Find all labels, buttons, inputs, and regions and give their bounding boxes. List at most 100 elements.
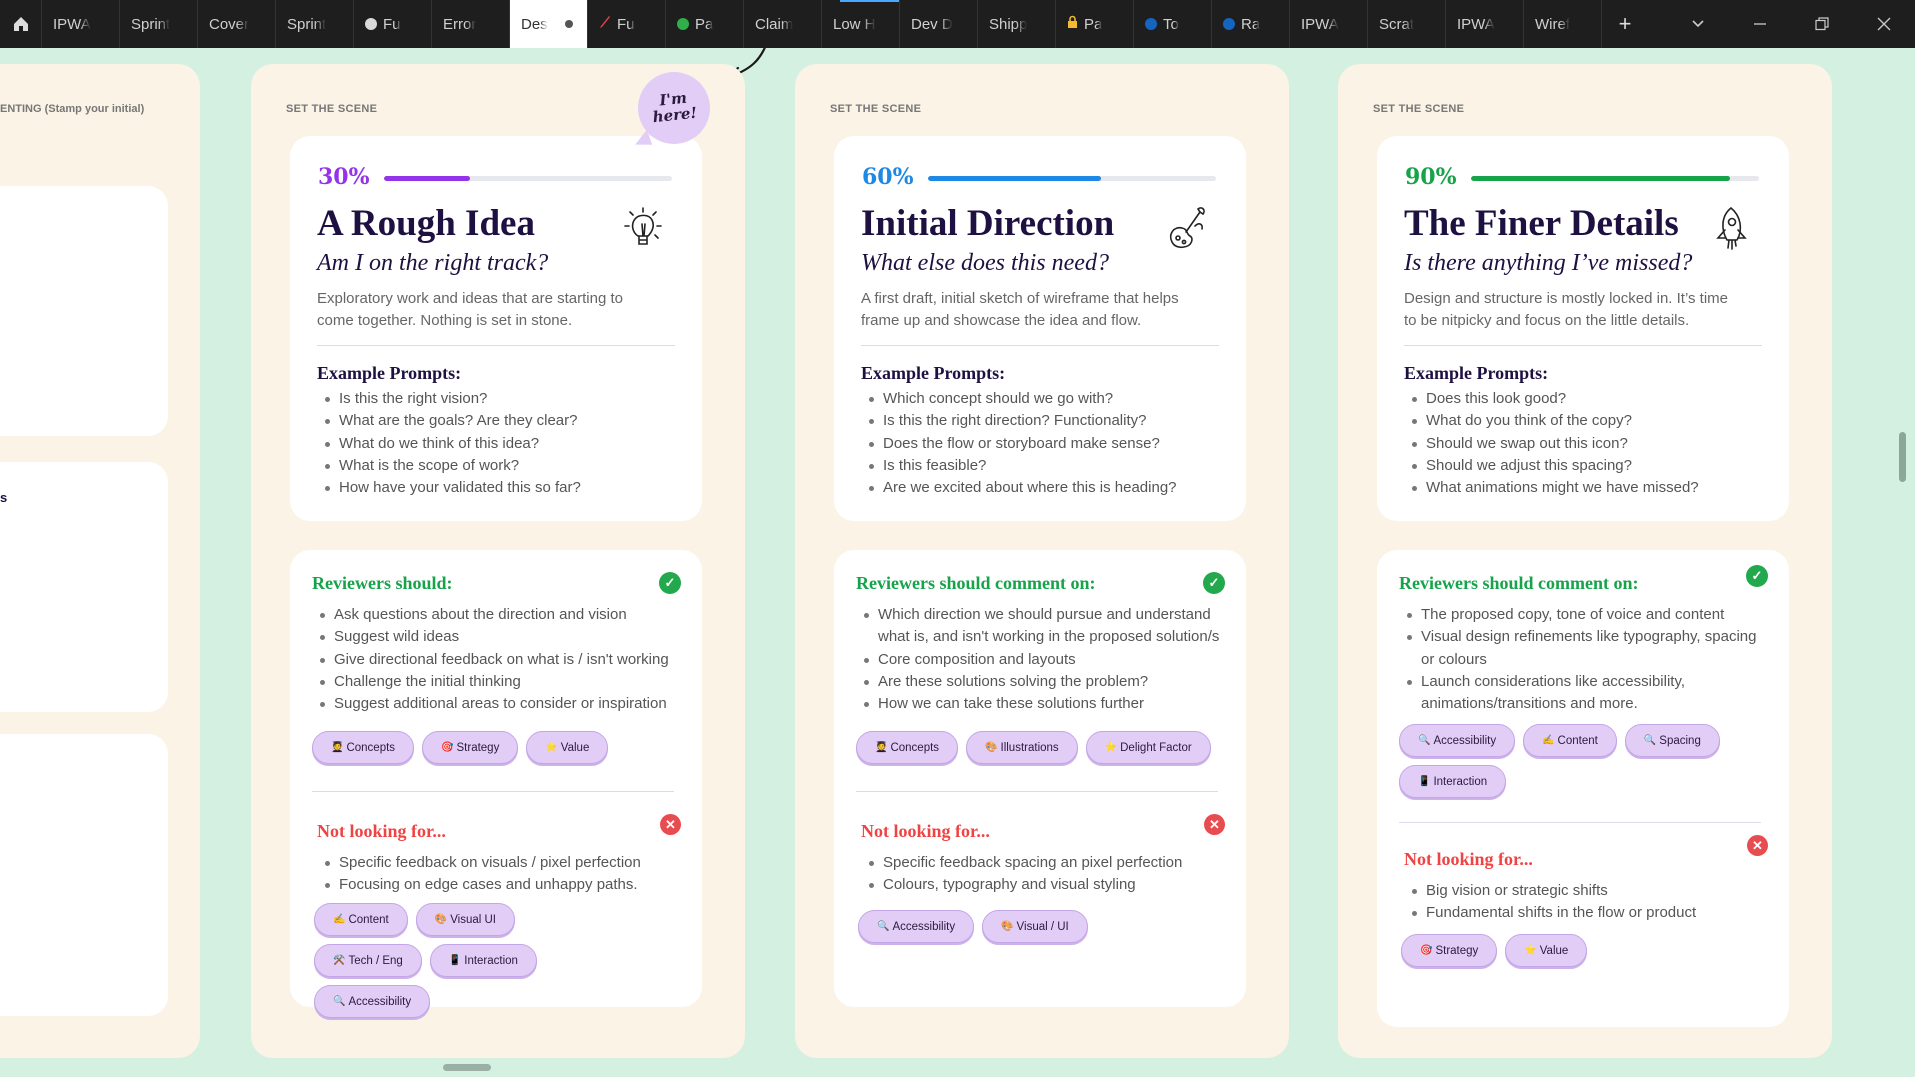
x-circle-icon: ✕ bbox=[1747, 835, 1768, 856]
tag-chip[interactable]: 🔍 Spacing bbox=[1624, 724, 1720, 757]
restore-button[interactable] bbox=[1791, 0, 1853, 48]
not-looking-tags: 🎯 Strategy ⭐ Value bbox=[1401, 934, 1761, 967]
browser-tab[interactable]: Claim bbox=[744, 0, 822, 48]
list-item: Focusing on edge cases and unhappy paths… bbox=[317, 874, 687, 896]
tag-chip[interactable]: 📱 Interaction bbox=[429, 944, 537, 977]
list-item: Give directional feedback on what is / i… bbox=[312, 649, 684, 671]
new-tab-button[interactable]: + bbox=[1602, 0, 1648, 48]
browser-tab[interactable]: Sprint bbox=[120, 0, 198, 48]
browser-tab[interactable]: Ra bbox=[1212, 0, 1290, 48]
browser-tab[interactable]: Error bbox=[432, 0, 510, 48]
tab-label: IPWA bbox=[1457, 15, 1495, 33]
stage-title: The Finer Details bbox=[1404, 203, 1679, 244]
browser-tab[interactable]: Fu bbox=[354, 0, 432, 48]
tag-chip[interactable]: 🎯 Strategy bbox=[422, 731, 519, 764]
tag-emoji-icon: 🔍 bbox=[877, 921, 890, 932]
tag-chip[interactable]: 🔍 Accessibility bbox=[1399, 724, 1516, 757]
tag-emoji-icon: ⭐ bbox=[1524, 945, 1537, 956]
list-item: How we can take these solutions further bbox=[856, 693, 1228, 715]
browser-tab[interactable]: Pa bbox=[666, 0, 744, 48]
progress-bar bbox=[1471, 176, 1759, 181]
not-looking-list: Specific feedback on visuals / pixel per… bbox=[317, 852, 687, 897]
browser-tab[interactable]: Shipp bbox=[978, 0, 1056, 48]
list-item: How have your validated this so far? bbox=[317, 477, 677, 499]
horizontal-scrollbar[interactable] bbox=[443, 1064, 491, 1071]
not-looking-heading: Not looking for... bbox=[1404, 849, 1533, 869]
list-item: What are the goals? Are they clear? bbox=[317, 410, 677, 432]
tag-chip[interactable]: 🔍 Accessibility bbox=[314, 985, 431, 1018]
tab-label: IPWA bbox=[1301, 15, 1339, 33]
whiteboard-canvas[interactable]: ENTING (Stamp your initial) s SET THE SC… bbox=[0, 48, 1915, 1077]
stage-description: Exploratory work and ideas that are star… bbox=[317, 290, 623, 329]
list-item: Core composition and layouts bbox=[856, 649, 1228, 671]
tag-emoji-icon: ✍️ bbox=[333, 914, 346, 925]
list-item: What animations might we have missed? bbox=[1404, 477, 1764, 499]
lightbulb-icon bbox=[618, 202, 670, 259]
browser-tab[interactable]: Cover bbox=[198, 0, 276, 48]
tag-chip[interactable]: ⭐ Delight Factor bbox=[1085, 731, 1211, 764]
tab-overflow-button[interactable] bbox=[1667, 0, 1729, 48]
tag-emoji-icon: ✍️ bbox=[1542, 735, 1555, 746]
tag-chip[interactable]: ✍️ Content bbox=[1523, 724, 1617, 757]
tag-emoji-icon: 🧑‍🎓 bbox=[875, 742, 888, 753]
list-item: Should we swap out this icon? bbox=[1404, 433, 1764, 455]
tag-chip[interactable]: 🎯 Strategy bbox=[1401, 934, 1498, 967]
not-looking-tags: ✍️ Content 🎨 Visual UI ⚒️ Tech / Eng 📱 Interact… bbox=[314, 903, 614, 1018]
tab-favicon-icon bbox=[365, 18, 377, 30]
list-item: Suggest additional areas to consider or … bbox=[312, 693, 684, 715]
tab-label: Fu bbox=[617, 15, 635, 33]
browser-tab[interactable]: To bbox=[1134, 0, 1212, 48]
paint-palette-icon bbox=[1162, 202, 1214, 259]
tag-chip[interactable]: 🎨 Illustrations bbox=[966, 731, 1078, 764]
tag-emoji-icon: 🎨 bbox=[985, 742, 998, 753]
close-window-button[interactable] bbox=[1853, 0, 1915, 48]
tag-chip[interactable]: ⭐ Value bbox=[526, 731, 609, 764]
tag-chip[interactable]: 🎨 Visual UI bbox=[415, 903, 515, 936]
partial-card bbox=[0, 186, 168, 436]
tab-label: IPWA bbox=[53, 15, 91, 33]
checkmark-icon: ✓ bbox=[1746, 565, 1768, 587]
unsaved-dot-icon bbox=[565, 20, 573, 28]
rocket-icon bbox=[1705, 202, 1757, 259]
tag-label: Accessibility bbox=[348, 995, 412, 1008]
tag-label: Concepts bbox=[890, 741, 940, 754]
browser-tab[interactable]: Des bbox=[510, 0, 588, 48]
tag-chip[interactable]: 🧑‍🎓 Concepts bbox=[312, 731, 415, 764]
browser-tab[interactable]: Scrat bbox=[1368, 0, 1446, 48]
tag-chip[interactable]: 📱 Interaction bbox=[1399, 765, 1507, 798]
browser-tab[interactable]: Low H bbox=[822, 0, 900, 48]
browser-tab[interactable]: Sprint bbox=[276, 0, 354, 48]
browser-tab[interactable]: Dev D bbox=[900, 0, 978, 48]
stage-title: A Rough Idea bbox=[317, 203, 535, 244]
browser-tab[interactable]: IPWA bbox=[1290, 0, 1368, 48]
minimize-button[interactable] bbox=[1729, 0, 1791, 48]
tab-label: Sprint bbox=[131, 15, 171, 33]
tag-chip[interactable]: ⭐ Value bbox=[1505, 934, 1588, 967]
tag-emoji-icon: 🔍 bbox=[333, 996, 346, 1007]
vertical-scrollbar[interactable] bbox=[1899, 432, 1906, 482]
tag-chip[interactable]: 🎨 Visual / UI bbox=[982, 910, 1088, 943]
browser-tab[interactable]: IPWA bbox=[42, 0, 120, 48]
browser-tab[interactable]: Fu bbox=[588, 0, 666, 48]
browser-tab[interactable]: Wiref bbox=[1524, 0, 1602, 48]
tag-chip[interactable]: ✍️ Content bbox=[314, 903, 408, 936]
home-button[interactable] bbox=[0, 0, 42, 48]
list-item: Is this the right vision? bbox=[317, 388, 677, 410]
tab-label: Dev D bbox=[911, 15, 953, 33]
tab-label: Low H bbox=[833, 15, 876, 33]
tag-chip[interactable]: 🧑‍🎓 Concepts bbox=[856, 731, 959, 764]
stage-title: Initial Direction bbox=[861, 203, 1115, 244]
tag-emoji-icon: 🔍 bbox=[1643, 735, 1657, 746]
reviewer-tags: 🧑‍🎓 Concepts 🎯 Strategy ⭐ Value bbox=[312, 731, 684, 764]
prompts-list: Does this look good? What do you think of… bbox=[1404, 388, 1764, 499]
tag-chip[interactable]: 🔍 Accessibility bbox=[858, 910, 975, 943]
tag-emoji-icon: 🧑‍🎓 bbox=[331, 742, 344, 753]
browser-tab[interactable]: Pa bbox=[1056, 0, 1134, 48]
tag-label: Accessibility bbox=[892, 920, 956, 933]
progress-fill bbox=[384, 176, 471, 181]
lock-icon bbox=[1067, 15, 1078, 33]
list-item: Fundamental shifts in the flow or produc… bbox=[1404, 902, 1774, 924]
browser-tab[interactable]: IPWA bbox=[1446, 0, 1524, 48]
home-icon bbox=[13, 17, 28, 31]
tag-chip[interactable]: ⚒️ Tech / Eng bbox=[314, 944, 422, 977]
